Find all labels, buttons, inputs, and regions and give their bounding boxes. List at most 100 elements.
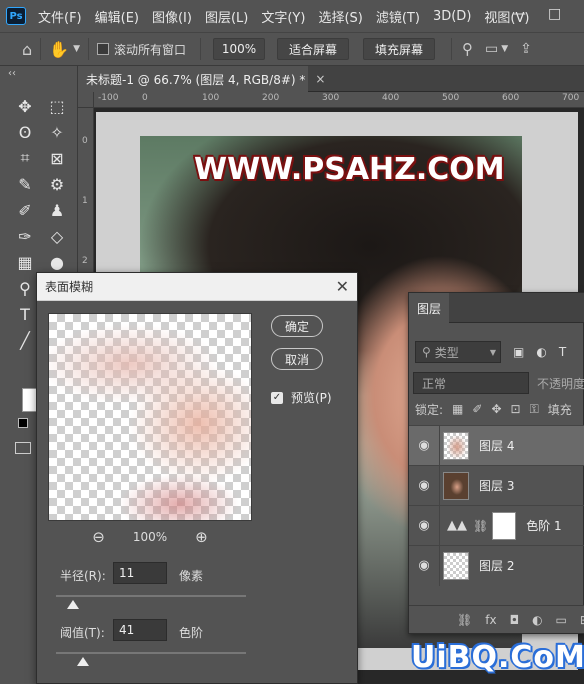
options-bar: ⌂ ✋ ▼ 滚动所有窗口 100% 适合屏幕 填充屏幕 ⚲ ▭ ▼ ⇪ (0, 32, 584, 66)
cancel-button[interactable]: 取消 (271, 348, 323, 370)
layer-row[interactable]: ◉ 图层 4 (409, 425, 584, 466)
layer-row[interactable]: ◉ 图层 3 (409, 465, 584, 506)
scroll-all-label: 滚动所有窗口 (114, 42, 187, 57)
layer-row[interactable]: ◉ 图层 2 (409, 545, 584, 586)
threshold-slider-thumb[interactable] (76, 657, 89, 666)
lock-label: 锁定: (415, 402, 444, 417)
patch-tool[interactable]: ⚙ (44, 172, 70, 196)
new-adjustment-icon[interactable]: ◐ (532, 613, 542, 627)
menu-type[interactable]: 文字(Y) (261, 7, 305, 26)
eye-icon[interactable]: ◉ (409, 438, 439, 453)
stamp-tool[interactable]: ♟ (44, 198, 70, 222)
menu-edit[interactable]: 编辑(E) (95, 7, 139, 26)
layer-row[interactable]: ◉ ▲▲ ⛓ 色阶 1 (409, 505, 584, 546)
eye-icon[interactable]: ◉ (409, 478, 439, 493)
layer-filter-row: ⚲ 类型 ▼ ▣ ◐ T (415, 341, 584, 363)
artboard-lock-icon[interactable]: ⊡ (511, 402, 521, 416)
layer-name: 图层 2 (479, 559, 515, 573)
photoshop-logo-icon: Ps (6, 7, 26, 25)
radius-slider-track[interactable] (56, 595, 246, 597)
line-tool[interactable]: ╱ (12, 328, 38, 352)
fit-screen-button[interactable]: 适合屏幕 (277, 38, 350, 60)
search-icon[interactable]: ⚲ (462, 40, 473, 58)
image-filter-icon[interactable]: ▣ (513, 345, 524, 359)
ok-button[interactable]: 确定 (271, 315, 323, 337)
blend-mode-select[interactable]: 正常 (413, 372, 529, 394)
default-colors-icon[interactable] (18, 418, 28, 428)
ruler-label: 0 (82, 136, 88, 146)
lasso-tool[interactable]: ʘ (12, 120, 38, 144)
adjustment-filter-icon[interactable]: ◐ (536, 345, 546, 359)
collapse-icon[interactable]: ‹‹ (8, 68, 16, 79)
eye-icon[interactable]: ◉ (409, 558, 439, 573)
layer-thumbnail (443, 551, 469, 580)
radius-input[interactable]: 11 (113, 562, 167, 584)
menu-layer[interactable]: 图层(L) (205, 7, 248, 26)
blur-tool[interactable]: ● (44, 250, 70, 274)
close-icon[interactable]: × (315, 72, 325, 86)
menu-3d[interactable]: 3D(D) (433, 9, 471, 24)
new-group-icon[interactable]: ▭ (556, 613, 567, 627)
layers-tab-bar: 图层 (409, 293, 584, 323)
kind-filter-select[interactable]: ⚲ 类型 ▼ (415, 341, 501, 363)
eraser-tool[interactable]: ◇ (44, 224, 70, 248)
preview-checkbox-row[interactable]: ✓ 预览(P) (271, 389, 332, 406)
quick-mask-icon[interactable] (15, 442, 31, 454)
link-layers-icon[interactable]: ⛓ (457, 613, 472, 627)
tab-layers[interactable]: 图层 (409, 293, 449, 323)
type-filter-icon[interactable]: T (559, 345, 566, 359)
maximize-icon[interactable]: □ (548, 6, 561, 22)
eyedropper-tool[interactable]: ✎ (12, 172, 38, 196)
gradient-tool[interactable]: ▦ (12, 250, 38, 274)
fx-icon[interactable]: fx (485, 613, 496, 627)
preview-checkbox[interactable]: ✓ (271, 391, 283, 404)
history-brush-tool[interactable]: ✑ (12, 224, 38, 248)
eye-icon[interactable]: ◉ (409, 518, 439, 533)
move-tool[interactable]: ✥ (12, 94, 38, 118)
menu-filter[interactable]: 滤镜(T) (376, 7, 420, 26)
layers-panel: 图层 ⚲ 类型 ▼ ▣ ◐ T 正常 不透明度 锁定: ▦ ✐ ✥ ⊡ ⚿ 填充… (408, 292, 584, 634)
type-tool[interactable]: T (12, 302, 38, 326)
brush-tool[interactable]: ✐ (12, 198, 38, 222)
lock-transparent-icon[interactable]: ▦ (452, 402, 463, 416)
marquee-tool[interactable]: ⬚ (44, 94, 70, 118)
layer-name: 图层 4 (479, 439, 515, 453)
radius-slider-thumb[interactable] (67, 600, 80, 609)
threshold-slider-track[interactable] (56, 652, 246, 654)
new-layer-icon[interactable]: ⊞ (580, 613, 584, 627)
filter-preview[interactable] (48, 313, 252, 521)
link-icon[interactable]: ⛓ (473, 519, 488, 533)
add-mask-icon[interactable]: ◘ (510, 613, 520, 627)
search-icon: ⚲ (422, 345, 431, 359)
menu-image[interactable]: 图像(I) (152, 7, 192, 26)
divider (40, 38, 42, 60)
document-tab[interactable]: 未标题-1 @ 66.7% (图层 4, RGB/8#) * × (78, 66, 325, 92)
chevron-down-icon[interactable]: ▼ (73, 44, 80, 54)
menu-select[interactable]: 选择(S) (318, 7, 362, 26)
share-icon[interactable]: ⇪ (520, 41, 532, 57)
close-icon[interactable]: ✕ (336, 277, 349, 296)
minimize-icon[interactable]: — (512, 6, 526, 22)
lock-all-icon[interactable]: ⚿ (530, 402, 539, 417)
threshold-input[interactable]: 41 (113, 619, 167, 641)
dodge-tool[interactable]: ⚲ (12, 276, 38, 300)
zoom-value-field[interactable]: 100% (213, 38, 266, 60)
zoom-in-icon[interactable]: ⊕ (195, 528, 208, 546)
home-icon[interactable]: ⌂ (22, 40, 32, 59)
horizontal-ruler: -100 0 100 200 300 400 500 600 700 (94, 92, 584, 108)
workspace-icon[interactable]: ▭ (485, 41, 498, 57)
lock-pixels-icon[interactable]: ✐ (472, 402, 482, 416)
divider (439, 426, 440, 466)
crop-tool[interactable]: ⌗ (12, 146, 38, 170)
dialog-title: 表面模糊 (45, 280, 94, 294)
lock-position-icon[interactable]: ✥ (491, 402, 501, 416)
magic-wand-tool[interactable]: ✧ (44, 120, 70, 144)
site-watermark-logo: UiBQ.CoM (411, 640, 584, 675)
chevron-down-icon[interactable]: ▼ (501, 44, 508, 54)
zoom-out-icon[interactable]: ⊖ (92, 528, 105, 546)
frame-tool[interactable]: ⊠ (44, 146, 70, 170)
fill-screen-button[interactable]: 填充屏幕 (363, 38, 436, 60)
ruler-corner (78, 92, 94, 108)
menu-file[interactable]: 文件(F) (38, 7, 82, 26)
scroll-all-checkbox[interactable] (97, 43, 109, 55)
